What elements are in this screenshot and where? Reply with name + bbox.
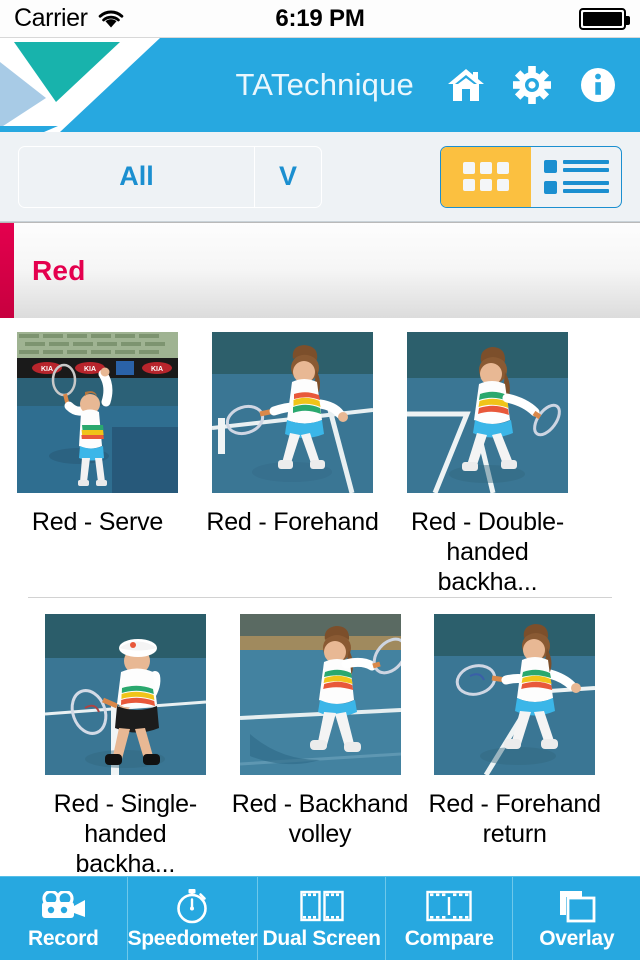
grid-item-caption: Red - Double-handed backha... xyxy=(410,508,565,596)
page-title: TATechnique xyxy=(235,67,414,102)
svg-text:KIA: KIA xyxy=(41,366,53,373)
video-camera-icon xyxy=(40,886,86,926)
svg-text:KIA: KIA xyxy=(84,366,96,373)
grid-row: Red - Single-handed backha... Red - Back… xyxy=(28,597,612,876)
battery-full-icon xyxy=(579,7,630,30)
toolbar-item-speedometer[interactable]: Speedometer xyxy=(128,877,259,960)
chevron-down-icon[interactable]: V xyxy=(255,147,321,207)
grid-view-button[interactable] xyxy=(441,146,531,207)
grid-item[interactable]: Red - Forehand return xyxy=(417,614,612,876)
grid-item[interactable]: KIA KIA KIA Red - Serve xyxy=(0,332,195,597)
list-view-icon xyxy=(543,159,609,194)
toolbar-item-overlay[interactable]: Overlay xyxy=(513,877,640,960)
bottom-toolbar: Record Speedometer Dual Screen Compare O… xyxy=(0,876,640,960)
stopwatch-icon xyxy=(174,886,210,926)
grid-item[interactable]: Red - Double-handed backha... xyxy=(390,332,585,597)
grid-item-caption: Red - Serve xyxy=(31,508,164,536)
toolbar-label: Record xyxy=(28,927,99,950)
toolbar-item-record[interactable]: Record xyxy=(0,877,128,960)
grid-row: KIA KIA KIA Red - Serve Red - Forehand R… xyxy=(0,318,640,597)
overlapping-squares-icon xyxy=(558,886,596,926)
section-header-red: Red xyxy=(0,222,640,318)
gear-icon[interactable] xyxy=(512,65,552,105)
toolbar-label: Speedometer xyxy=(127,927,258,950)
thumb-red-double-handed-backhand[interactable] xyxy=(407,332,568,493)
thumb-red-backhand-volley[interactable] xyxy=(239,614,401,775)
toolbar-label: Compare xyxy=(404,927,494,950)
view-mode-toggle[interactable] xyxy=(440,145,622,208)
film-frame-icon xyxy=(299,886,344,926)
grid-item-caption: Red - Forehand xyxy=(206,508,379,536)
navigation-bar: TATechnique xyxy=(0,38,640,132)
film-strip-split-icon xyxy=(426,886,472,926)
toolbar-label: Dual Screen xyxy=(262,927,381,950)
home-icon[interactable] xyxy=(446,65,486,105)
clock-label: 6:19 PM xyxy=(275,4,365,32)
thumb-red-forehand[interactable] xyxy=(212,332,373,493)
app-logo-icon xyxy=(0,38,160,132)
grid-item[interactable]: Red - Forehand xyxy=(195,332,390,597)
grid-view-icon xyxy=(463,162,509,191)
grid-item[interactable]: Red - Single-handed backha... xyxy=(28,614,223,876)
grid-item-caption: Red - Backhand volley xyxy=(231,790,409,848)
grid-item-caption: Red - Forehand return xyxy=(428,790,602,848)
toolbar-label: Overlay xyxy=(539,927,615,950)
list-view-button[interactable] xyxy=(531,147,621,207)
filter-bar: All V xyxy=(0,132,640,222)
thumb-red-serve[interactable]: KIA KIA KIA xyxy=(17,332,178,493)
grid-item-caption: Red - Single-handed backha... xyxy=(53,790,198,876)
category-filter-select[interactable]: All V xyxy=(18,145,322,208)
category-filter-value[interactable]: All xyxy=(19,146,255,207)
grid-item[interactable]: Red - Backhand volley xyxy=(223,614,418,876)
thumb-red-forehand-return[interactable] xyxy=(434,614,596,775)
app-root: Carrier 6:19 PM TATechnique All V Red KI… xyxy=(0,0,640,960)
thumb-red-single-handed-backhand[interactable] xyxy=(44,614,206,775)
toolbar-item-dual-screen[interactable]: Dual Screen xyxy=(258,877,386,960)
section-accent-bar xyxy=(0,223,14,318)
info-icon[interactable] xyxy=(578,65,618,105)
nav-icon-group xyxy=(446,65,640,105)
svg-text:KIA: KIA xyxy=(151,366,163,373)
video-grid: KIA KIA KIA Red - Serve Red - Forehand R… xyxy=(0,318,640,876)
status-bar: Carrier 6:19 PM xyxy=(0,0,640,38)
toolbar-item-compare[interactable]: Compare xyxy=(386,877,514,960)
